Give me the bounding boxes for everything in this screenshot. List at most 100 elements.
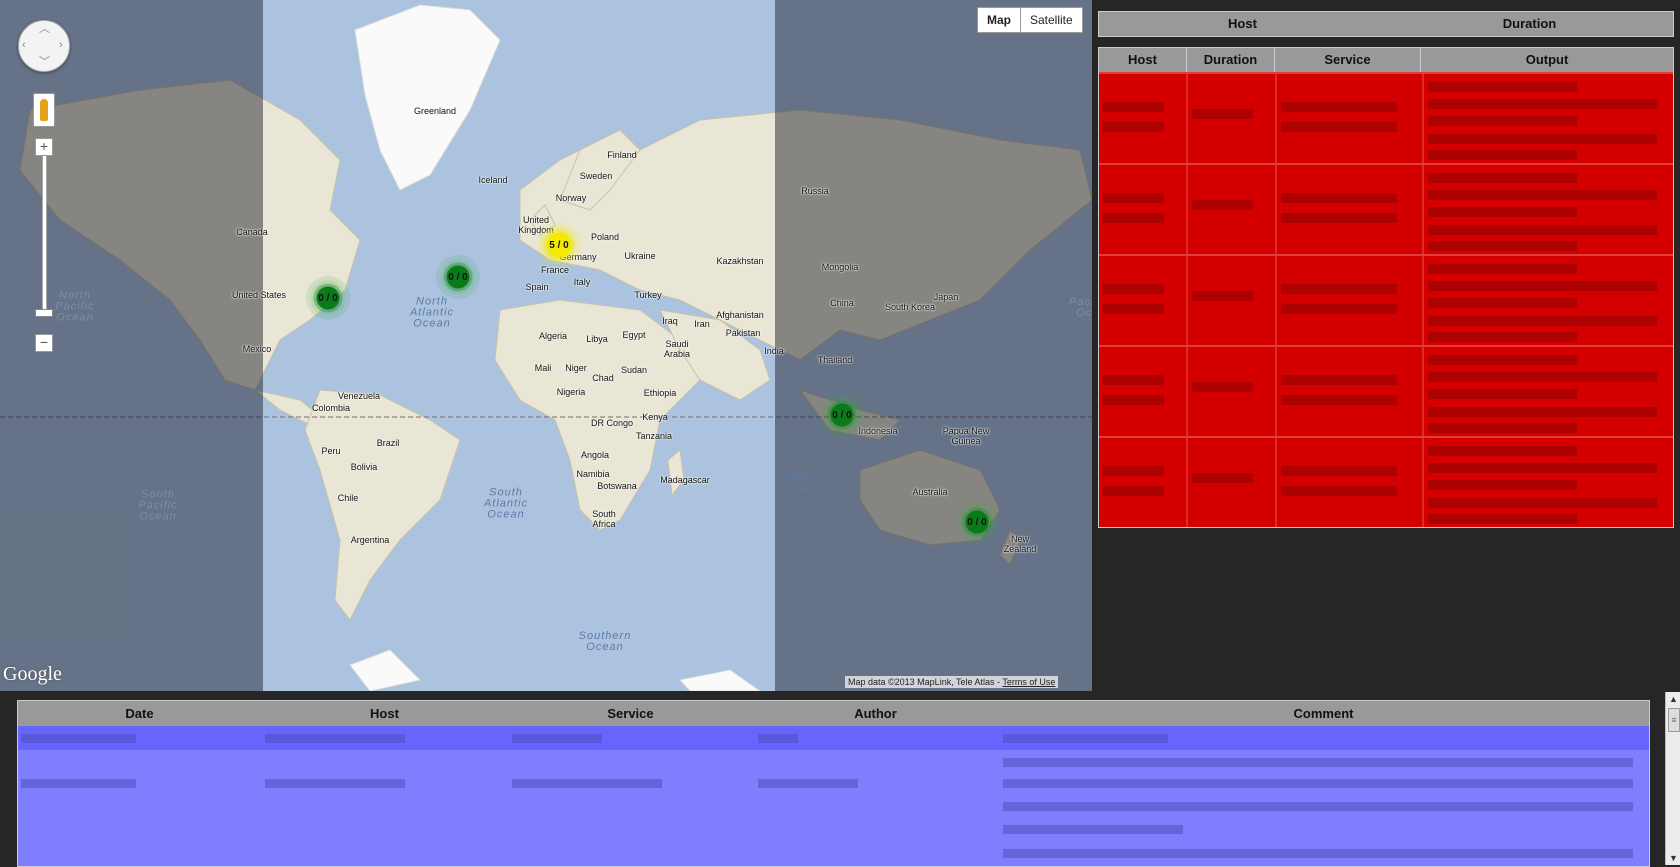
pan-right-icon[interactable]: › [59, 40, 63, 51]
redacted-text [1281, 486, 1397, 496]
redacted-text [1103, 466, 1164, 476]
pan-left-icon[interactable]: ‹ [22, 40, 26, 51]
ocean-label: Pacific Oc [1069, 296, 1092, 319]
table-row[interactable] [18, 726, 1649, 750]
zoom-out-icon[interactable]: − [35, 334, 53, 352]
map-attribution: Map data ©2013 MapLink, Tele Atlas - Ter… [845, 676, 1059, 688]
service-column-header[interactable]: Service [1275, 48, 1421, 72]
redacted-cell [1188, 165, 1277, 254]
page-scrollbar[interactable]: ▲ ≡ ▼ [1665, 692, 1680, 865]
redacted-text [1428, 407, 1658, 417]
redacted-text [1428, 241, 1578, 251]
host-column-header[interactable]: Host [1099, 48, 1187, 72]
map-label: Iraq [662, 316, 678, 326]
summary-duration-header[interactable]: Duration [1386, 12, 1673, 36]
redacted-text [1281, 304, 1397, 314]
scroll-thumb[interactable]: ≡ [1668, 708, 1680, 732]
host-cluster-marker[interactable]: 0 / 0 [820, 393, 864, 437]
map-label: Sweden [579, 171, 613, 181]
redacted-text [1428, 134, 1658, 144]
redacted-text [1428, 82, 1578, 92]
ocean-label: North Atlantic Ocean [409, 295, 455, 330]
host-cluster-marker[interactable]: 0 / 0 [955, 500, 999, 544]
map-land-layer [0, 4, 1092, 691]
map-label: Argentina [350, 535, 390, 545]
zoom-slider-track[interactable] [42, 150, 47, 312]
author-column-header[interactable]: Author [753, 701, 998, 726]
pan-control-icon[interactable]: ︿ ﹀ ‹ › [18, 20, 70, 72]
redacted-text [1103, 395, 1164, 405]
table-row[interactable] [1099, 72, 1673, 163]
map-label: Kenya [642, 412, 668, 422]
map-label: Spain [525, 282, 549, 292]
table-row[interactable] [1099, 436, 1673, 527]
redacted-cell [1099, 347, 1188, 436]
redacted-text [1281, 375, 1397, 385]
redacted-text [1003, 779, 1633, 788]
problems-table-header: Host Duration Service Output [1099, 48, 1673, 72]
scroll-up-icon[interactable]: ▲ [1666, 692, 1680, 706]
map-type-map-button[interactable]: Map [977, 7, 1021, 33]
redacted-text [1192, 200, 1253, 210]
ocean-label: South Atlantic Ocean [483, 486, 529, 521]
host-cluster-marker[interactable]: 0 / 0 [436, 255, 480, 299]
redacted-cell [1424, 347, 1673, 436]
zoom-in-icon[interactable]: + [35, 138, 53, 156]
host-column-header[interactable]: Host [261, 701, 508, 726]
redacted-text [1103, 193, 1164, 203]
redacted-text [1003, 849, 1633, 858]
redacted-text [1428, 372, 1658, 382]
ocean-label: South Pacific Ocean [138, 488, 178, 523]
redacted-cell [1188, 347, 1277, 436]
comments-table-header: Date Host Service Author Comment [18, 701, 1649, 726]
table-row[interactable] [1099, 254, 1673, 345]
street-view-pegman-icon[interactable] [33, 93, 55, 127]
zoom-slider-thumb[interactable] [35, 309, 53, 317]
pan-up-icon[interactable]: ︿ [39, 24, 50, 35]
map-label: Colombia [311, 403, 351, 413]
redacted-text [1103, 122, 1164, 132]
redacted-cell [1277, 74, 1424, 163]
table-row[interactable] [1099, 345, 1673, 436]
redacted-text [1428, 332, 1578, 342]
comment-column-header[interactable]: Comment [998, 701, 1649, 726]
redacted-text [1428, 207, 1578, 217]
output-column-header[interactable]: Output [1421, 48, 1673, 72]
date-column-header[interactable]: Date [18, 701, 261, 726]
redacted-text [1192, 473, 1253, 483]
map-label: New Zealand [1003, 534, 1037, 554]
redacted-text [512, 779, 662, 788]
map-label: India [764, 346, 784, 356]
map-label: Norway [555, 193, 587, 203]
summary-host-header[interactable]: Host [1099, 12, 1386, 36]
redacted-text [1428, 99, 1658, 109]
table-row[interactable] [1099, 163, 1673, 254]
host-cluster-marker[interactable]: 0 / 0 [306, 276, 350, 320]
redacted-text [1281, 284, 1397, 294]
redacted-text [1003, 734, 1168, 743]
map-label: South Korea [884, 302, 936, 312]
map-label: Mexico [242, 344, 272, 354]
map-label: Egypt [622, 330, 646, 340]
redacted-cell [1277, 438, 1424, 527]
world-map[interactable]: Greenland Iceland Finland Sweden Norway … [0, 0, 1092, 691]
scroll-down-icon[interactable]: ▼ [1666, 851, 1680, 865]
map-type-satellite-button[interactable]: Satellite [1020, 7, 1083, 33]
host-cluster-marker[interactable]: 5 / 0 [537, 223, 581, 267]
terms-of-use-link[interactable]: Terms of Use [1002, 677, 1055, 687]
redacted-text [1281, 102, 1397, 112]
redacted-text [1428, 514, 1578, 524]
redacted-text [265, 734, 405, 743]
redacted-text [1428, 264, 1578, 274]
redacted-cell [1188, 256, 1277, 345]
redacted-cell [1277, 165, 1424, 254]
problems-table: Host Duration Service Output [1098, 47, 1674, 528]
redacted-cell [1424, 256, 1673, 345]
map-label: Nigeria [556, 387, 586, 397]
ocean-label: Southern Ocean [578, 630, 632, 653]
duration-column-header[interactable]: Duration [1187, 48, 1275, 72]
service-column-header[interactable]: Service [508, 701, 753, 726]
redacted-cell [1277, 256, 1424, 345]
pan-down-icon[interactable]: ﹀ [39, 57, 50, 68]
map-label: Chad [592, 373, 614, 383]
